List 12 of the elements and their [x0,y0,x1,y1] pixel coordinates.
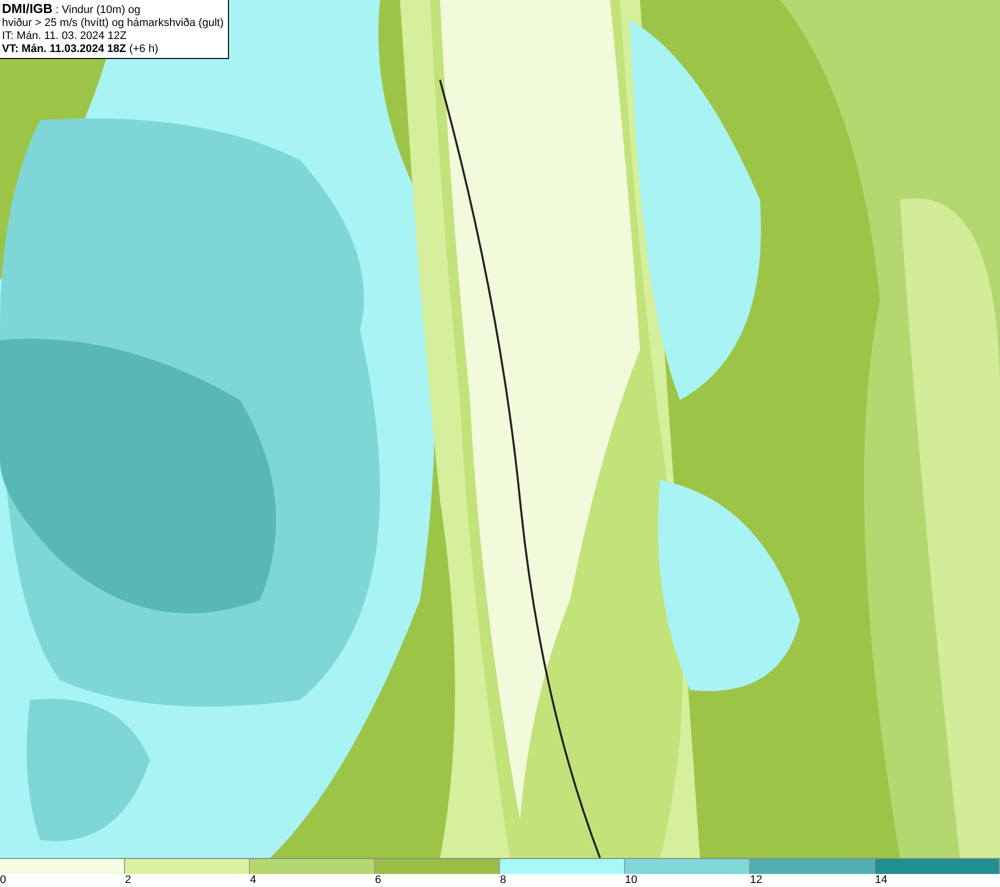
title-text: VT: Mán. 11.03.2024 18Z (+6 h) [2,43,160,56]
legend-tick-label: 14 [875,874,888,886]
legend-tick-label: 8 [500,874,506,886]
legend-tick-label: 6 [375,874,382,886]
legend-tick-label: 0 [0,874,6,886]
legend-tick-label: 10 [625,874,638,886]
legend-tick-label: 2 [125,874,132,886]
title-text: hviður > 25 m/s (hvítt) og hámarkshviða (gult) [2,17,224,30]
title-text: IT: Mán. 11. 03. 2024 12Z [2,30,128,43]
title-text: DMI/IGB : Vindur (10m) og [2,2,142,17]
legend-tick-label: 12 [750,874,762,886]
legend-tick-label: 4 [250,874,256,886]
